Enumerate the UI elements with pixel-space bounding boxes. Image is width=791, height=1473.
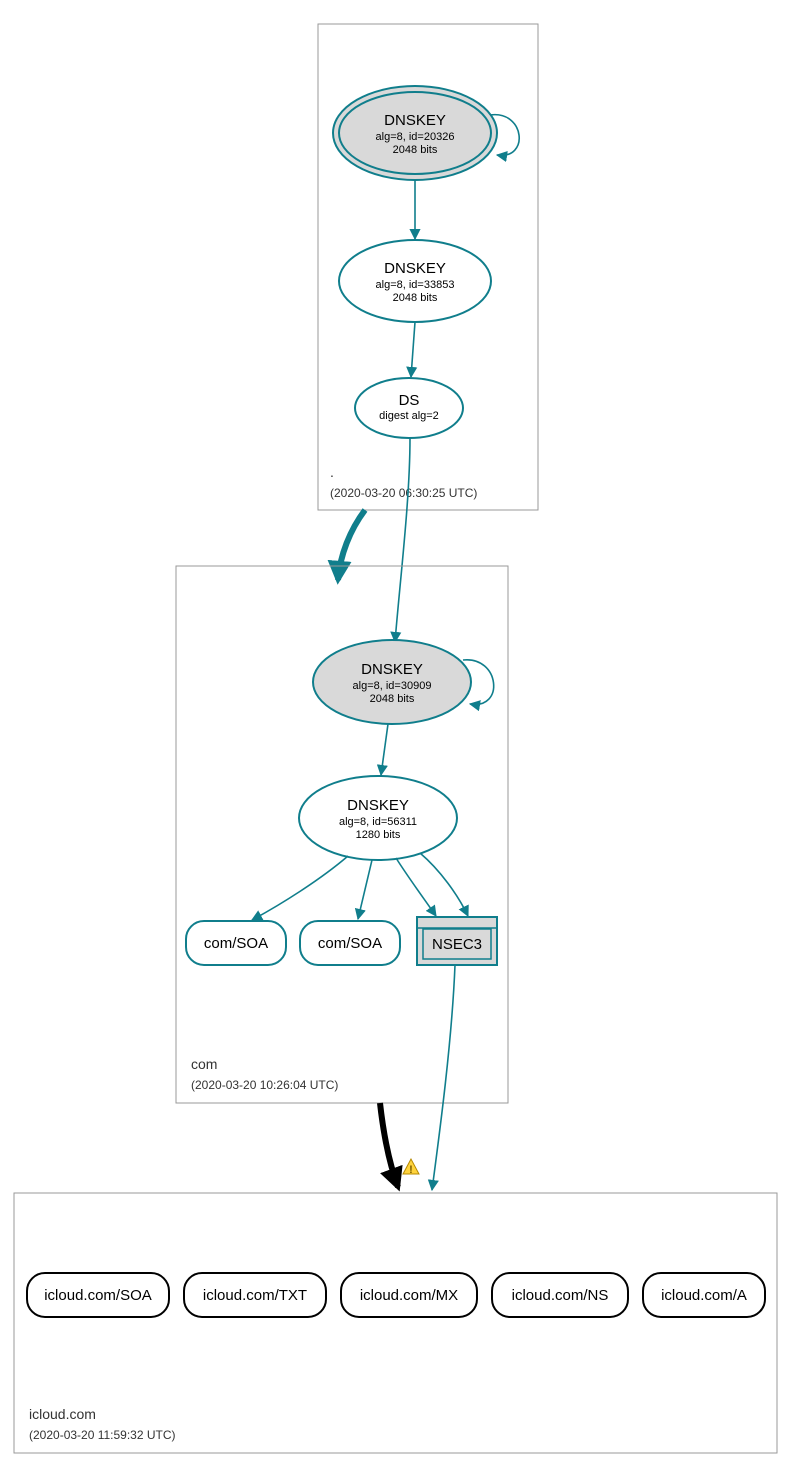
zone-com-name: com (191, 1056, 217, 1072)
warning-icon: ! (403, 1159, 419, 1176)
svg-text:2048 bits: 2048 bits (393, 144, 438, 156)
edge-zsk-nsec3a (396, 858, 436, 916)
edge-zsk-nsec3b (420, 853, 468, 916)
zone-com-ts: (2020-03-20 10:26:04 UTC) (191, 1078, 338, 1092)
edge-com-to-icloud (380, 1103, 398, 1187)
svg-text:alg=8, id=56311: alg=8, id=56311 (339, 816, 417, 828)
zone-root-name: . (330, 464, 334, 480)
svg-text:alg=8, id=33853: alg=8, id=33853 (376, 279, 455, 291)
node-com-ksk: DNSKEY alg=8, id=30909 2048 bits (313, 640, 471, 724)
node-com-nsec3: NSEC3 (417, 917, 497, 965)
node-com-soa-1: com/SOA (186, 921, 286, 965)
svg-text:DS: DS (399, 392, 420, 409)
svg-text:DNSKEY: DNSKEY (347, 797, 409, 814)
zone-icloud-name: icloud.com (29, 1406, 96, 1422)
node-icloud-mx: icloud.com/MX (341, 1273, 477, 1317)
svg-text:2048 bits: 2048 bits (370, 693, 415, 705)
svg-text:2048 bits: 2048 bits (393, 292, 438, 304)
svg-text:DNSKEY: DNSKEY (361, 661, 423, 678)
svg-text:DNSKEY: DNSKEY (384, 260, 446, 277)
edge-ds-to-comksk (395, 438, 410, 642)
svg-text:NSEC3: NSEC3 (432, 936, 482, 953)
svg-text:com/SOA: com/SOA (204, 935, 268, 952)
svg-text:alg=8, id=20326: alg=8, id=20326 (376, 131, 455, 143)
svg-text:icloud.com/SOA: icloud.com/SOA (44, 1287, 152, 1304)
node-icloud-ns: icloud.com/NS (492, 1273, 628, 1317)
svg-text:icloud.com/MX: icloud.com/MX (360, 1287, 458, 1304)
edge-root-to-com (338, 510, 365, 580)
edge-nsec3-icloud (432, 965, 455, 1190)
node-icloud-soa: icloud.com/SOA (27, 1273, 169, 1317)
zone-root-ts: (2020-03-20 06:30:25 UTC) (330, 486, 477, 500)
edge-root-zsk-ds (411, 322, 415, 377)
node-root-zsk: DNSKEY alg=8, id=33853 2048 bits (339, 240, 491, 322)
svg-text:!: ! (409, 1164, 413, 1176)
svg-text:1280 bits: 1280 bits (356, 829, 401, 841)
svg-text:icloud.com/A: icloud.com/A (661, 1287, 747, 1304)
svg-text:icloud.com/TXT: icloud.com/TXT (203, 1287, 307, 1304)
svg-text:DNSKEY: DNSKEY (384, 112, 446, 129)
node-root-ds: DS digest alg=2 (355, 378, 463, 438)
node-root-ksk: DNSKEY alg=8, id=20326 2048 bits (333, 86, 497, 180)
svg-text:digest alg=2: digest alg=2 (379, 410, 439, 422)
edge-zsk-soa2 (358, 860, 372, 919)
svg-text:icloud.com/NS: icloud.com/NS (512, 1287, 609, 1304)
node-com-zsk: DNSKEY alg=8, id=56311 1280 bits (299, 776, 457, 860)
node-icloud-txt: icloud.com/TXT (184, 1273, 326, 1317)
edge-com-ksk-zsk (381, 724, 388, 775)
node-com-soa-2: com/SOA (300, 921, 400, 965)
edge-zsk-soa1 (252, 856, 348, 920)
zone-icloud: icloud.com (2020-03-20 11:59:32 UTC) (14, 1193, 777, 1453)
svg-text:com/SOA: com/SOA (318, 935, 382, 952)
svg-text:alg=8, id=30909: alg=8, id=30909 (353, 680, 432, 692)
node-icloud-a: icloud.com/A (643, 1273, 765, 1317)
zone-icloud-ts: (2020-03-20 11:59:32 UTC) (29, 1428, 176, 1442)
